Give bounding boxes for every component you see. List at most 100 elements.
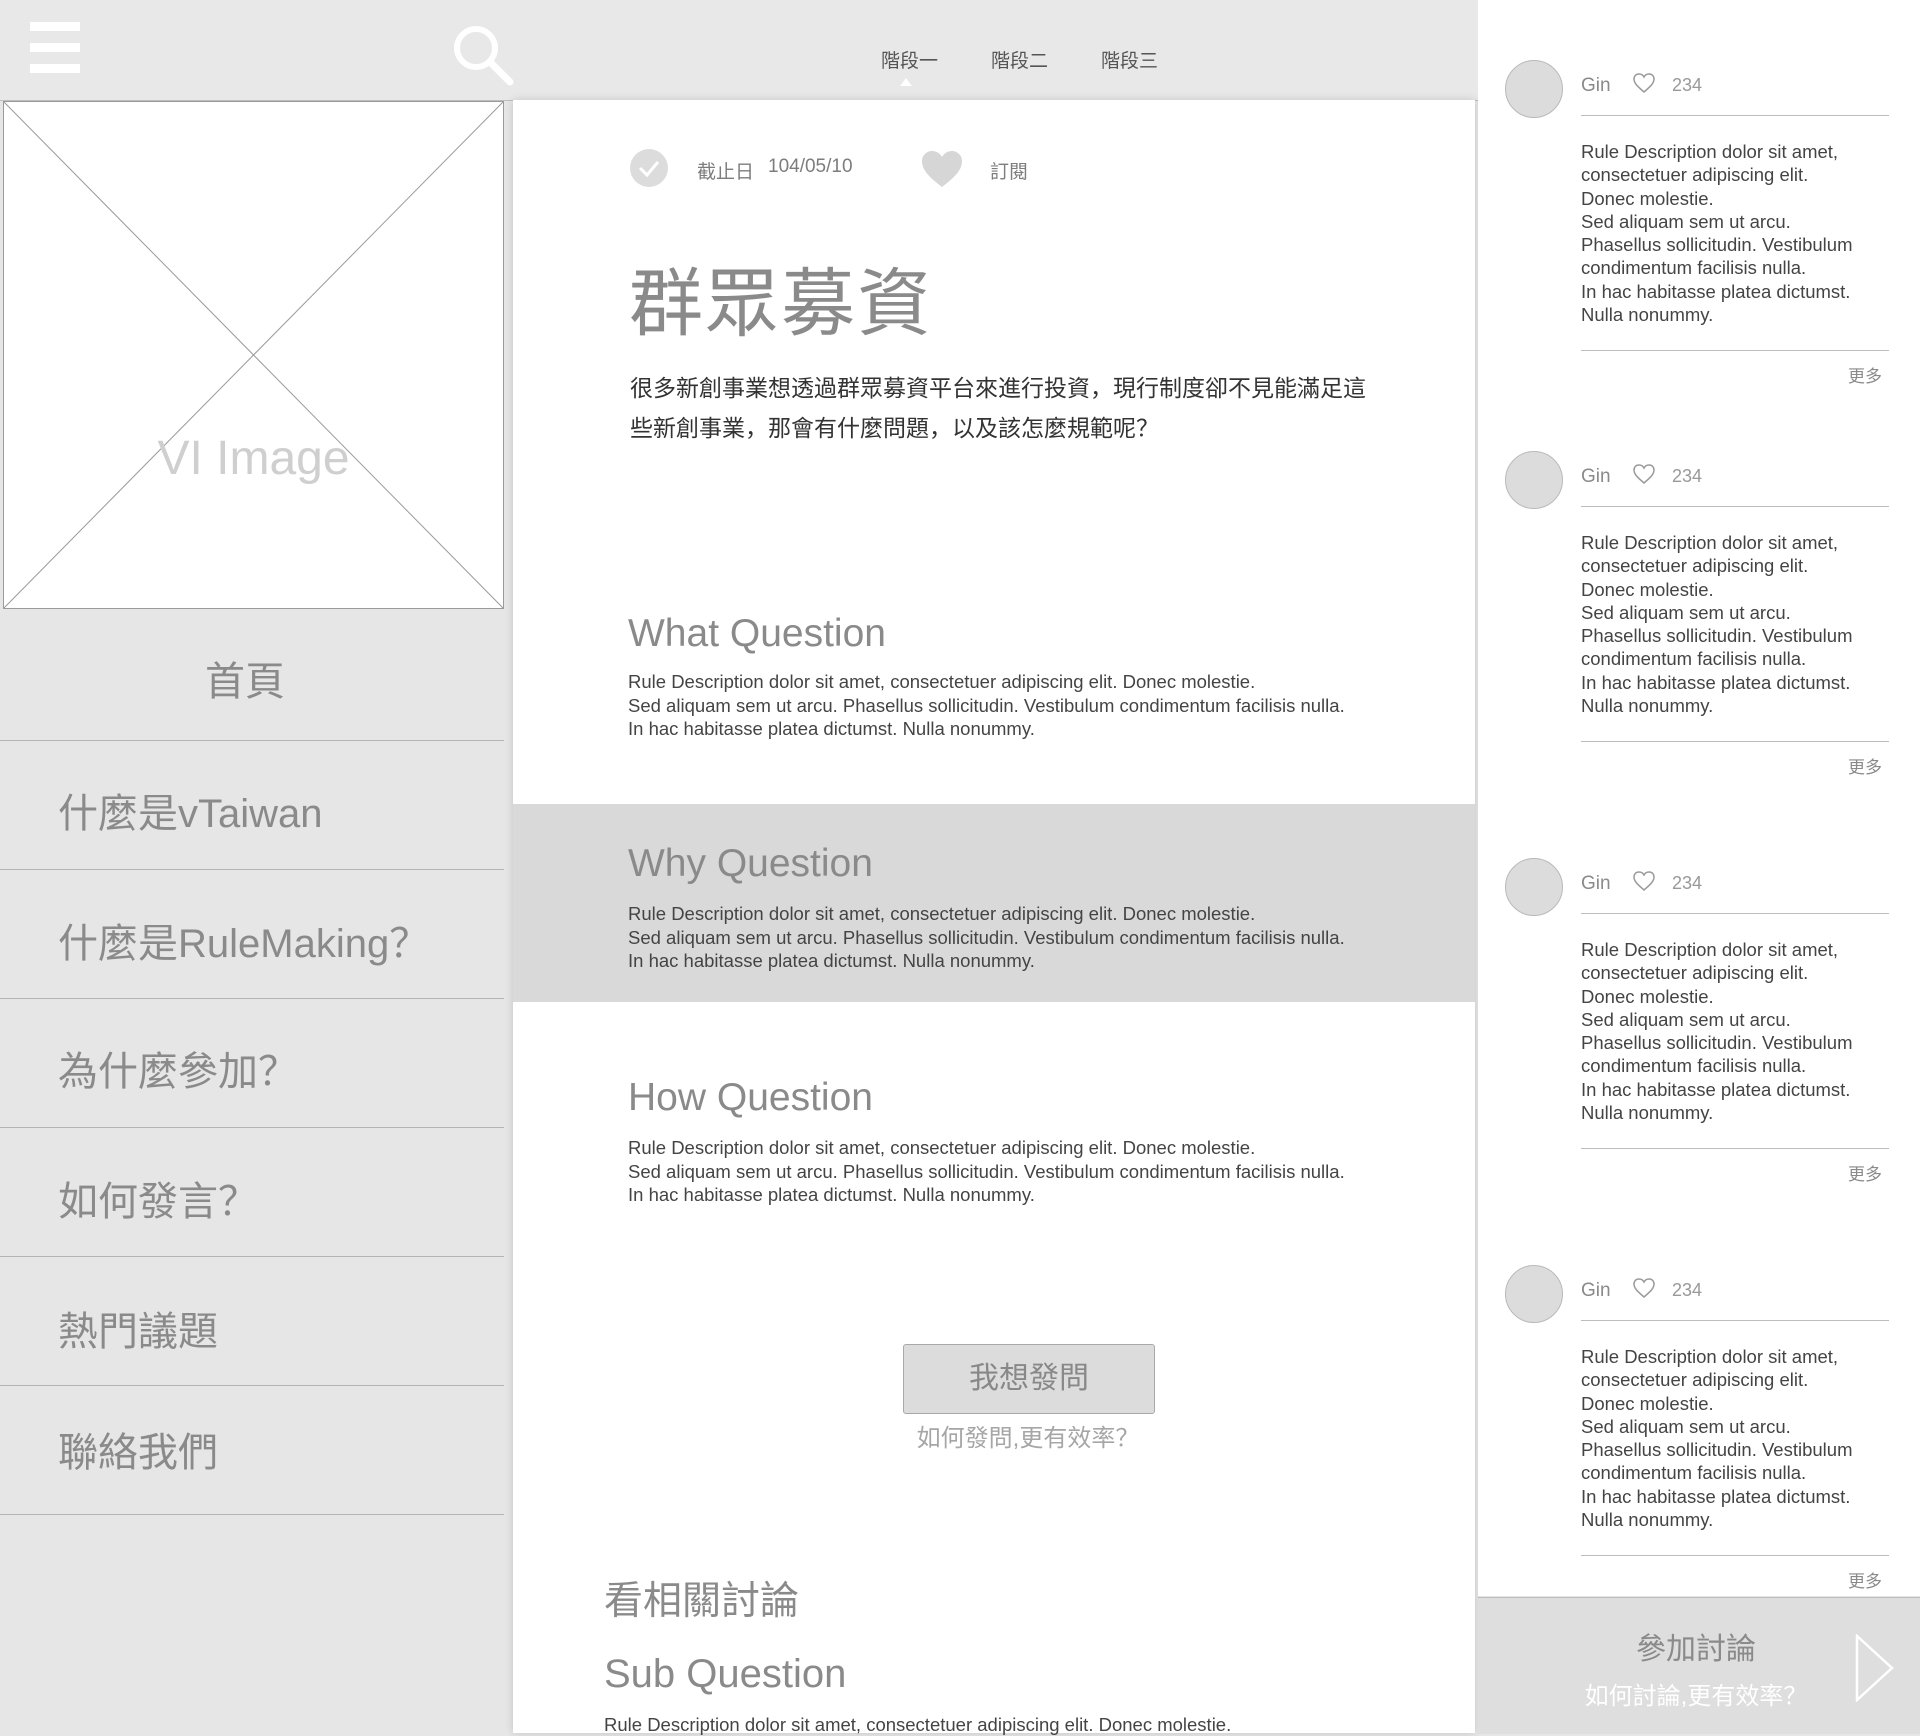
- more-link[interactable]: 更多: [1848, 362, 1882, 387]
- vi-image-label: VI Image: [157, 432, 350, 485]
- body-line: Sed aliquam sem ut arcu.: [1581, 1415, 1791, 1437]
- body-line: Donec molestie.: [1581, 187, 1714, 209]
- body-line: In hac habitasse platea dictumst. Nulla …: [628, 718, 1035, 739]
- join-discussion-button[interactable]: 參加討論 如何討論,更有效率？: [1478, 1597, 1920, 1734]
- section-body: Rule Description dolor sit amet, consect…: [628, 902, 1458, 973]
- section-title: How Question: [628, 1076, 873, 1119]
- active-tab-caret-icon: [900, 78, 912, 86]
- divider: [1581, 1320, 1889, 1321]
- page-title: 群眾募資: [629, 262, 933, 345]
- image-placeholder-cross-icon: [3, 101, 504, 609]
- section-title: What Question: [628, 612, 886, 655]
- nav-item-label: 首頁: [205, 660, 285, 704]
- more-link[interactable]: 更多: [1848, 1160, 1882, 1185]
- body-line: Rule Description dolor sit amet,: [1581, 532, 1839, 553]
- body-line: Phasellus sollicitudin. Vestibulum: [1581, 1032, 1853, 1054]
- tab-stage-2[interactable]: 階段二: [991, 46, 1048, 73]
- body-line: Rule Description dolor sit amet,: [1581, 1346, 1839, 1367]
- body-line: Sed aliquam sem ut arcu.: [1581, 601, 1791, 623]
- body-line: Donec molestie.: [1581, 985, 1714, 1007]
- comment-body: Rule Description dolor sit amet, consect…: [1581, 140, 1901, 326]
- body-line: Rule Description dolor sit amet, consect…: [628, 903, 1256, 924]
- nav-item-label: 熱門議題: [58, 1310, 218, 1354]
- body-line: Sed aliquam sem ut arcu. Phasellus solli…: [628, 1160, 1345, 1182]
- like-heart-icon[interactable]: [1632, 463, 1656, 485]
- nav-item-what-is-vtaiwan[interactable]: 什麼是vTaiwan: [0, 741, 504, 870]
- nav-item-why-join[interactable]: 為什麼參加？: [0, 999, 504, 1128]
- divider: [1581, 913, 1889, 914]
- nav-item-label: 什麼是RuleMaking？: [58, 922, 430, 966]
- like-heart-icon[interactable]: [1632, 1277, 1656, 1299]
- intro-line: 很多新創事業想透過群眾募資平台來進行投資，現行制度卻不見能滿足這: [630, 375, 1366, 401]
- nav-item-hot-topics[interactable]: 熱門議題: [0, 1257, 504, 1386]
- body-line: consectetuer adipiscing elit.: [1581, 962, 1809, 984]
- ask-question-hint-link[interactable]: 如何發問,更有效率？: [903, 1418, 1153, 1453]
- body-line: In hac habitasse platea dictumst. Nulla …: [628, 1184, 1035, 1205]
- intro-text: 很多新創事業想透過群眾募資平台來進行投資，現行制度卻不見能滿足這 些新創事業，那…: [630, 368, 1415, 448]
- nav-item-label: 什麼是vTaiwan: [58, 792, 323, 836]
- section-title: Why Question: [628, 842, 873, 885]
- comment-body: Rule Description dolor sit amet, consect…: [1581, 531, 1901, 717]
- divider: [1581, 741, 1889, 742]
- main-content: 截止日 104/05/10 訂閱 群眾募資 很多新創事業想透過群眾募資平台來進行…: [513, 100, 1475, 1735]
- body-line: Nulla nonummy.: [1581, 304, 1714, 326]
- divider: [1581, 1555, 1889, 1556]
- more-link[interactable]: 更多: [1848, 1567, 1882, 1592]
- section-body: Rule Description dolor sit amet, consect…: [628, 1136, 1458, 1207]
- avatar: [1505, 1265, 1563, 1323]
- nav-item-what-is-rulemaking[interactable]: 什麼是RuleMaking？: [0, 870, 504, 999]
- sub-question-title: Sub Question: [604, 1652, 847, 1696]
- like-count: 234: [1672, 873, 1703, 893]
- more-link[interactable]: 更多: [1848, 753, 1882, 778]
- section-body: Rule Description dolor sit amet, consect…: [628, 670, 1458, 741]
- comment-body: Rule Description dolor sit amet, consect…: [1581, 1345, 1901, 1531]
- nav-item-label: 如何發言？: [58, 1180, 258, 1224]
- body-line: Rule Description dolor sit amet, consect…: [628, 671, 1256, 692]
- body-line: Sed aliquam sem ut arcu.: [1581, 210, 1791, 232]
- like-count: 234: [1672, 75, 1703, 95]
- comment-author: Gin: [1581, 466, 1611, 487]
- like-heart-icon[interactable]: [1632, 870, 1656, 892]
- comments-panel: Gin 234 Rule Description dolor sit amet,…: [1478, 0, 1920, 1596]
- avatar: [1505, 858, 1563, 916]
- search-icon[interactable]: [452, 24, 514, 86]
- body-line: Donec molestie.: [1581, 1392, 1714, 1414]
- comment-body: Rule Description dolor sit amet, consect…: [1581, 938, 1901, 1124]
- nav-item-home[interactable]: 首頁: [0, 612, 504, 741]
- ask-question-button[interactable]: 我想發問: [903, 1344, 1155, 1414]
- deadline-label: 截止日: [697, 162, 755, 183]
- divider: [1581, 350, 1889, 351]
- body-line: condimentum facilisis nulla.: [1581, 1462, 1807, 1484]
- tab-stage-1[interactable]: 階段一: [881, 46, 938, 73]
- body-line: condimentum facilisis nulla.: [1581, 648, 1807, 670]
- body-line: Rule Description dolor sit amet,: [1581, 141, 1839, 162]
- what-question-section: What Question Rule Description dolor sit…: [513, 580, 1475, 802]
- how-question-section: How Question Rule Description dolor sit …: [513, 1002, 1475, 1242]
- subscribe-button[interactable]: 訂閱: [990, 157, 1028, 184]
- avatar: [1505, 60, 1563, 118]
- body-line: Phasellus sollicitudin. Vestibulum: [1581, 625, 1853, 647]
- body-line: In hac habitasse platea dictumst. Nulla …: [628, 950, 1035, 971]
- hamburger-menu-icon[interactable]: [30, 22, 80, 74]
- divider: [1581, 1148, 1889, 1149]
- body-line: In hac habitasse platea dictumst.: [1581, 280, 1851, 302]
- vi-image-placeholder: VI Image: [3, 101, 504, 609]
- check-circle-icon: [630, 149, 668, 187]
- tab-stage-3[interactable]: 階段三: [1101, 46, 1158, 73]
- nav-item-contact-us[interactable]: 聯絡我們: [0, 1386, 504, 1515]
- body-line: Sed aliquam sem ut arcu. Phasellus solli…: [628, 694, 1345, 716]
- body-line: Sed aliquam sem ut arcu.: [1581, 1008, 1791, 1030]
- divider: [1581, 115, 1889, 116]
- deadline-value: 104/05/10: [768, 156, 853, 177]
- chevron-right-icon: [1855, 1634, 1894, 1702]
- body-line: Rule Description dolor sit amet,: [1581, 939, 1839, 960]
- nav-item-how-to-speak[interactable]: 如何發言？: [0, 1128, 504, 1257]
- nav-item-label: 為什麼參加？: [58, 1050, 298, 1094]
- comment-author: Gin: [1581, 873, 1611, 894]
- body-line: Nulla nonummy.: [1581, 1102, 1714, 1124]
- body-line: condimentum facilisis nulla.: [1581, 1055, 1807, 1077]
- like-heart-icon[interactable]: [1632, 72, 1656, 94]
- intro-line: 些新創事業，那會有什麼問題，以及該怎麼規範呢？: [630, 415, 1159, 441]
- avatar: [1505, 451, 1563, 509]
- heart-icon[interactable]: [921, 150, 963, 188]
